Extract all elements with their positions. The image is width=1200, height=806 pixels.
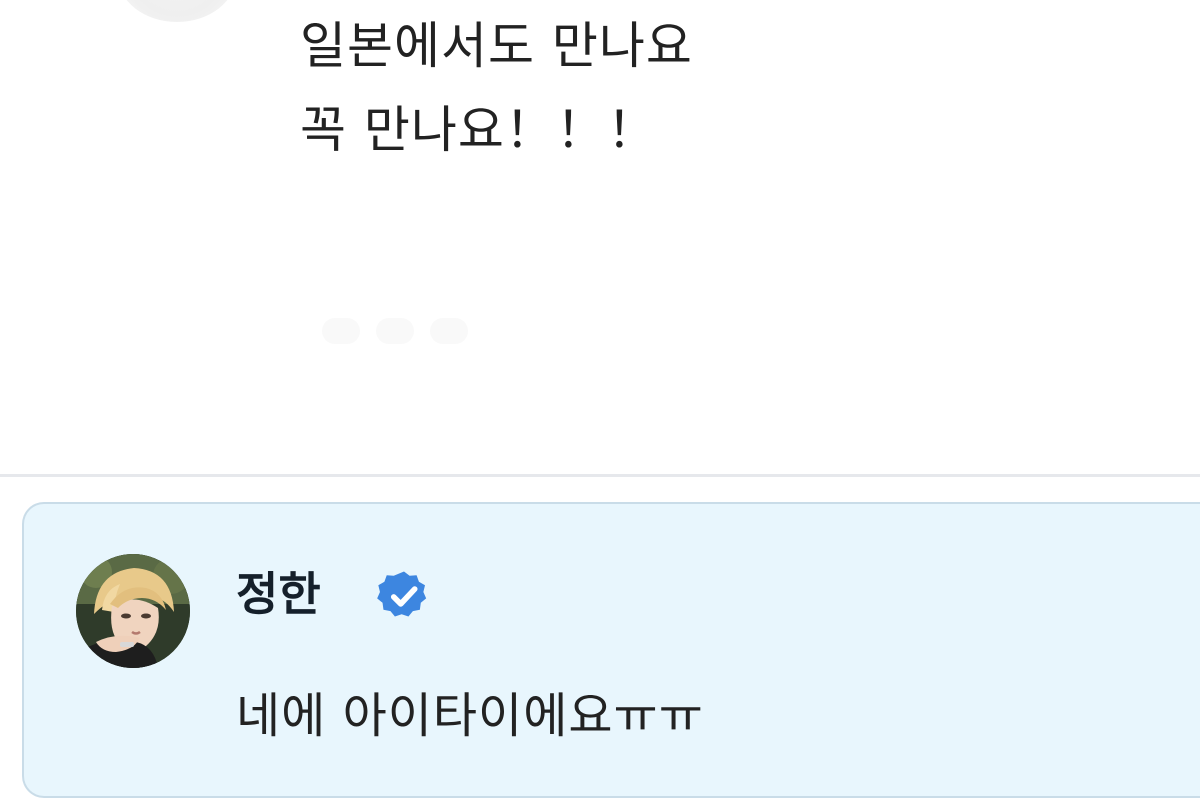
reply-text: 네에 아이타이에요ㅠㅠ <box>236 688 704 744</box>
reply-card[interactable]: 정한 네에 아이타이에요ㅠㅠ <box>22 502 1200 798</box>
faded-reaction <box>430 318 468 344</box>
message-line-1: 일본에서도 만나요 <box>300 17 693 75</box>
faded-reaction <box>322 318 360 344</box>
verified-badge-icon <box>377 571 427 617</box>
divider <box>0 474 1200 477</box>
author-name[interactable]: 정한 <box>236 558 321 624</box>
message-body: 일본에서도 만나요 꼭 만나요！！！ <box>300 14 693 162</box>
author-avatar[interactable] <box>76 554 190 668</box>
faded-reaction-row <box>322 318 468 344</box>
message-line-2: 꼭 만나요！！！ <box>300 101 658 159</box>
message-thread: 일본에서도 만나요 꼭 만나요！！！ 정한 네에 아이타이에요ㅠㅠ <box>0 0 1200 806</box>
faded-reaction <box>376 318 414 344</box>
sender-avatar-partial[interactable] <box>118 0 236 22</box>
avatar-photo-icon <box>76 554 190 668</box>
